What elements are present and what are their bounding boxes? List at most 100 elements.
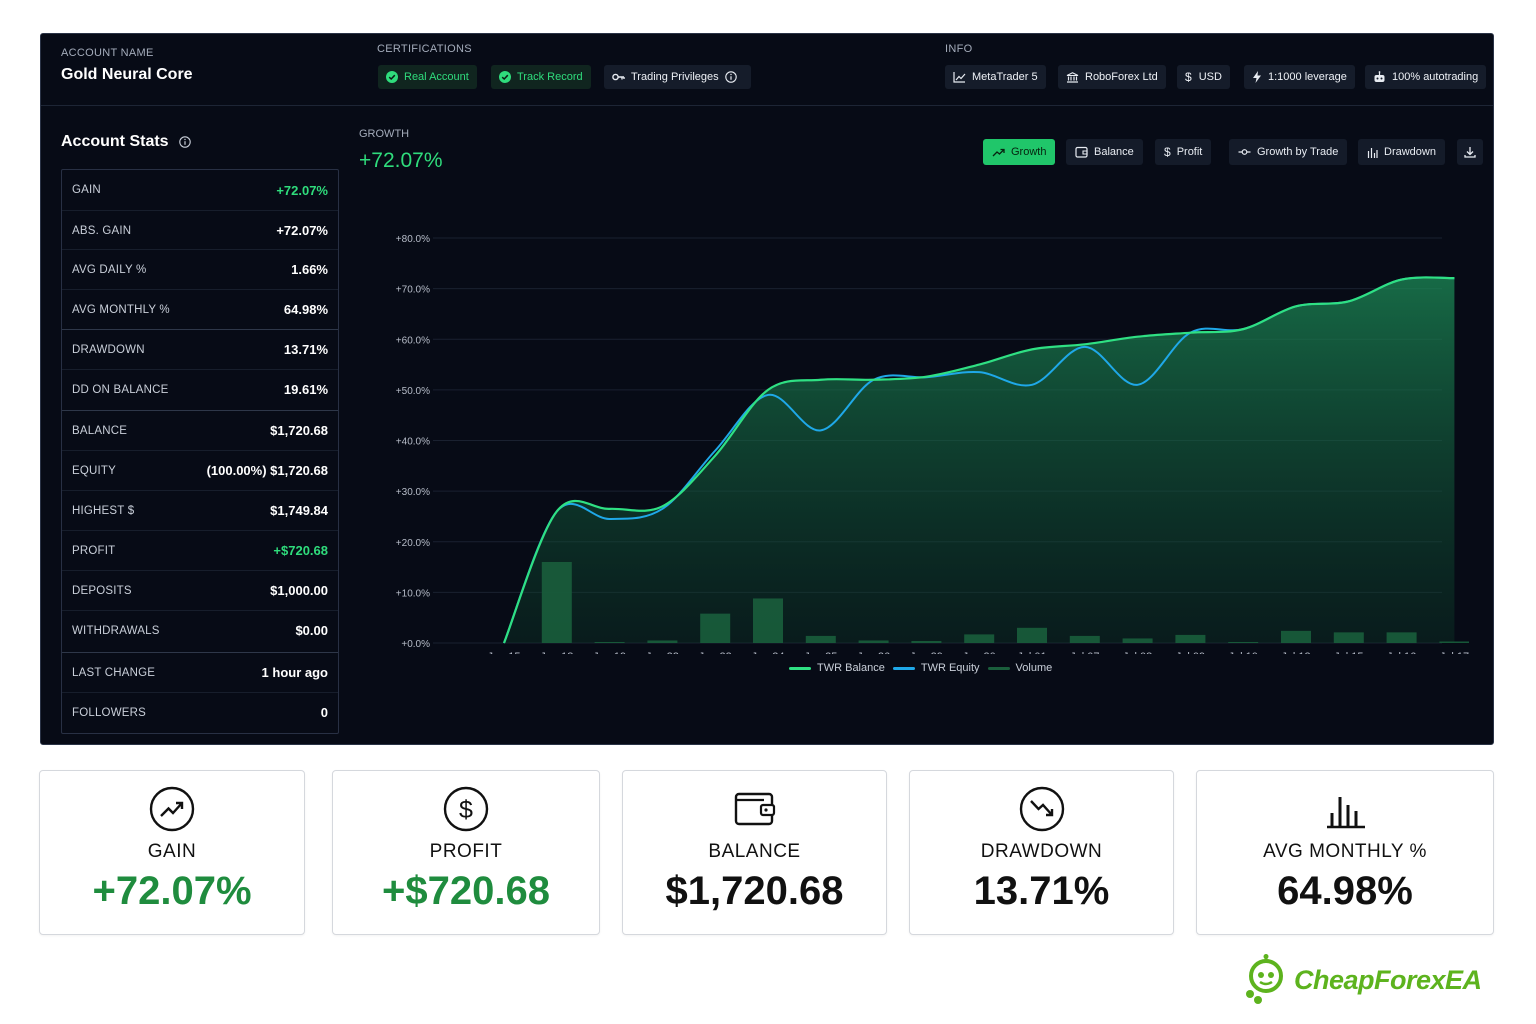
certifications-label: CERTIFICATIONS	[377, 43, 472, 55]
card-label: GAIN	[147, 841, 197, 862]
stats-row: LAST CHANGE 1 hour ago	[62, 652, 338, 692]
stats-row: ABS. GAIN +72.07%	[62, 210, 338, 250]
line-chart-icon	[953, 71, 966, 83]
legend-swatch	[987, 666, 1010, 670]
svg-text:$: $	[459, 796, 473, 824]
x-tick-label: Jul 17	[1440, 651, 1469, 654]
tab-label: Drawdown	[1384, 146, 1436, 158]
card-avg-monthly: AVG MONTHLY % 64.98%	[1196, 770, 1494, 935]
legend-twr-equity[interactable]: TWR Equity	[892, 662, 980, 674]
tab-label: Growth by Trade	[1257, 146, 1339, 158]
y-tick-label: +30.0%	[396, 487, 430, 498]
stats-row: AVG MONTHLY % 64.98%	[62, 289, 338, 329]
tab-label: Balance	[1094, 146, 1134, 158]
trend-up-icon	[992, 148, 1005, 156]
tab-label: Profit	[1176, 146, 1203, 158]
y-tick-label: +70.0%	[396, 285, 430, 296]
volume-bar	[1175, 634, 1206, 643]
tab-balance[interactable]: Balance	[1066, 139, 1143, 165]
account-dashboard-panel: ACCOUNT NAME Gold Neural Core CERTIFICAT…	[40, 33, 1494, 745]
stat-value: +72.07%	[276, 182, 328, 198]
stat-value: (100.00%) $1,720.68	[206, 463, 328, 478]
x-tick-label: Jun 18	[540, 651, 573, 654]
stats-row: DD ON BALANCE 19.61%	[62, 369, 338, 409]
stat-key: ABS. GAIN	[72, 224, 132, 237]
robot-icon	[1374, 71, 1385, 82]
stat-key: GAIN	[72, 184, 101, 196]
stat-key: EQUITY	[72, 464, 117, 477]
stat-value: $1,749.84	[270, 503, 328, 518]
info-leverage: 1:1000 leverage	[1244, 65, 1355, 89]
stat-value: +$720.68	[273, 543, 328, 558]
y-tick-label: +0.0%	[401, 639, 430, 650]
card-label: BALANCE	[708, 841, 801, 862]
info-icon[interactable]	[724, 71, 737, 83]
stats-row: BALANCE $1,720.68	[62, 410, 338, 450]
card-value: +$720.68	[382, 869, 550, 913]
account-name-label: ACCOUNT NAME	[61, 47, 154, 59]
legend-twr-balance[interactable]: TWR Balance	[789, 662, 885, 674]
bank-icon	[1066, 71, 1079, 83]
cert-label: Track Record	[517, 71, 583, 83]
y-tick-label: +60.0%	[396, 335, 430, 346]
card-balance: BALANCE $1,720.68	[622, 770, 887, 935]
cert-label: Real Account	[404, 71, 469, 83]
x-tick-label: Jun 25	[804, 651, 837, 654]
info-icon[interactable]	[178, 136, 191, 148]
lightning-icon	[1253, 71, 1261, 83]
tab-growth[interactable]: Growth	[983, 139, 1056, 165]
stats-row: HIGHEST $ $1,749.84	[62, 490, 338, 530]
stat-value: +72.07%	[276, 223, 328, 238]
stat-value: 0	[320, 705, 328, 720]
legend-swatch	[789, 666, 811, 670]
x-tick-label: Jul 01	[1017, 651, 1046, 654]
stats-row: WITHDRAWALS $0.00	[62, 610, 338, 650]
stats-row: DRAWDOWN 13.71%	[62, 329, 338, 369]
stat-value: 64.98%	[283, 302, 328, 317]
stat-value: $0.00	[295, 623, 328, 638]
card-drawdown: DRAWDOWN 13.71%	[909, 770, 1174, 935]
twr-balance-area	[504, 277, 1455, 643]
download-button[interactable]	[1457, 139, 1483, 165]
x-tick-label: Jul 16	[1387, 651, 1416, 654]
robot-mascot-icon	[1246, 954, 1283, 1004]
info-text: 100% autotrading	[1392, 71, 1479, 83]
stat-key: FOLLOWERS	[72, 706, 147, 719]
info-label: INFO	[945, 43, 973, 55]
x-tick-label: Jul 15	[1334, 651, 1363, 654]
key-icon	[612, 73, 625, 81]
account-name: Gold Neural Core	[61, 66, 193, 83]
tab-drawdown[interactable]: Drawdown	[1358, 139, 1445, 165]
card-value: 13.71%	[973, 869, 1110, 913]
tab-profit[interactable]: $ Profit	[1155, 139, 1212, 165]
volume-bar	[541, 562, 572, 643]
volume-bar	[700, 613, 731, 643]
stat-value: $1,000.00	[270, 583, 328, 598]
cert-trading-privileges[interactable]: Trading Privileges	[604, 65, 751, 89]
x-tick-label: Jul 08	[1123, 651, 1152, 654]
volume-bar	[594, 641, 625, 643]
chart-legend: TWR Balance TWR Equity Volume	[789, 662, 1060, 674]
info-text: RoboForex Ltd	[1085, 71, 1158, 83]
download-icon	[1464, 147, 1476, 158]
x-tick-label: Jun 22	[646, 651, 679, 654]
growth-value: +72.07%	[359, 149, 443, 172]
legend-label: TWR Equity	[920, 662, 980, 674]
volume-bar	[1069, 635, 1100, 643]
cert-real-account[interactable]: Real Account	[378, 65, 477, 89]
stats-row: PROFIT +$720.68	[62, 530, 338, 570]
info-text: USD	[1198, 71, 1222, 83]
x-tick-label: Jul 07	[1070, 651, 1099, 654]
stat-key: HIGHEST $	[72, 504, 135, 517]
stat-key: DEPOSITS	[72, 584, 132, 597]
wallet-icon	[1075, 146, 1088, 158]
legend-volume[interactable]: Volume	[987, 662, 1052, 674]
card-value: 64.98%	[1277, 869, 1413, 913]
info-text: MetaTrader 5	[972, 71, 1038, 83]
bar-chart-icon	[1327, 797, 1365, 829]
cert-track-record[interactable]: Track Record	[491, 65, 591, 89]
tab-growth-by-trade[interactable]: Growth by Trade	[1229, 139, 1348, 165]
stat-value: 1.66%	[291, 262, 328, 277]
volume-bar	[1122, 638, 1153, 643]
brand-logo[interactable]: CheapForexEA	[1244, 954, 1482, 1006]
